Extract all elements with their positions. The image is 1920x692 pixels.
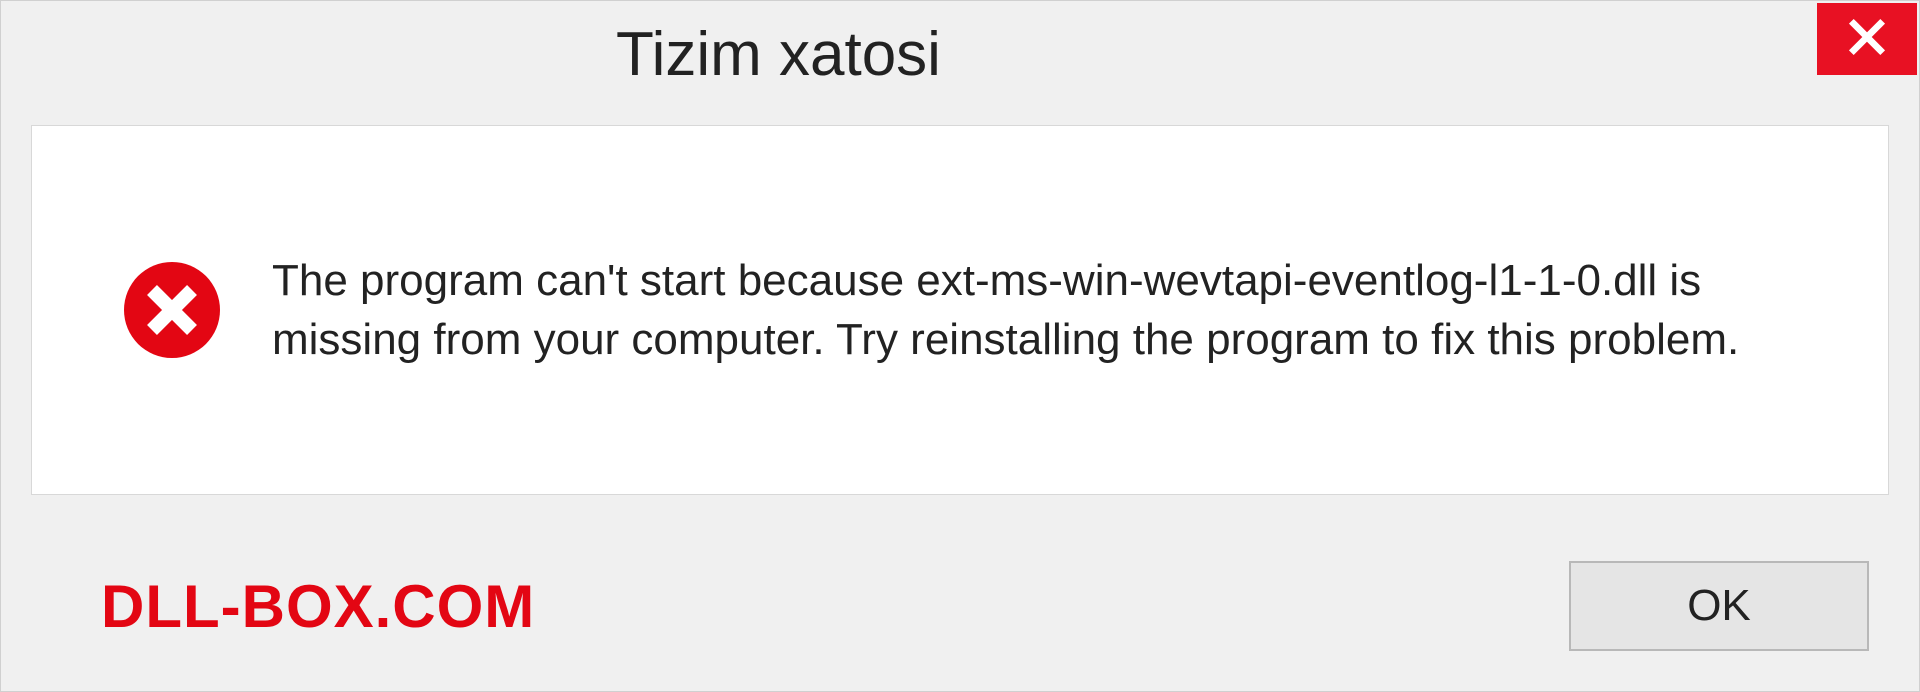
message-panel: The program can't start because ext-ms-w… xyxy=(31,125,1889,495)
error-icon xyxy=(122,260,222,360)
close-icon xyxy=(1847,17,1887,62)
ok-button-label: OK xyxy=(1687,581,1751,631)
dialog-title: Tizim xatosi xyxy=(616,19,941,90)
bottom-bar: DLL-BOX.COM OK xyxy=(1,541,1919,691)
title-bar: Tizim xatosi xyxy=(1,1,1919,111)
ok-button[interactable]: OK xyxy=(1569,561,1869,651)
error-message: The program can't start because ext-ms-w… xyxy=(272,251,1792,370)
watermark: DLL-BOX.COM xyxy=(101,572,535,641)
close-button[interactable] xyxy=(1817,3,1917,75)
